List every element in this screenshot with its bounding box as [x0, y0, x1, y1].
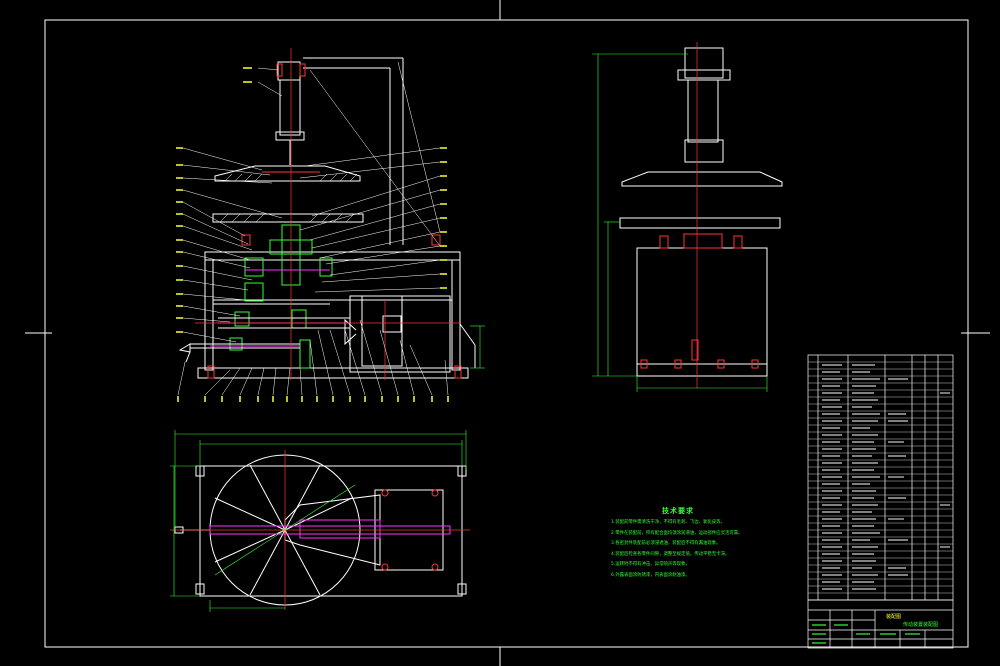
parts-list-entries	[822, 364, 950, 590]
drawing-sheet	[25, 0, 990, 666]
sheet-frame	[25, 0, 990, 666]
requirement-item: 1.装配前零件需清洗干净，不得有毛刺、飞边、氧化皮等。	[611, 520, 725, 525]
requirement-item: 6.外露表面涂防锈漆，内表面涂耐油漆。	[611, 572, 690, 578]
requirement-item: 2.零件在装配前，所有配合面均须涂润滑油，运动部件应灵活可靠。	[611, 530, 743, 536]
technical-requirements-list: 1.装配前零件需清洗干净，不得有毛刺、飞边、氧化皮等。 2.零件在装配前，所有配…	[611, 518, 743, 582]
top-view	[170, 430, 470, 612]
technical-requirements-title: 技术要求	[662, 507, 694, 515]
side-view	[592, 42, 783, 392]
requirement-item: 3.各密封件装配前必须浸透油，装配后不得有漏油现象。	[611, 541, 721, 547]
title-block-label: 装配图	[886, 614, 902, 620]
requirement-item: 4.装配后检查各零件间隙，调整至规定值，传动平稳无卡滞。	[611, 551, 730, 557]
title-block-part-name: 传动装置装配图	[903, 622, 939, 628]
requirement-item: 5.运转时不得有冲击、异常响声等现象。	[611, 562, 690, 568]
front-section-view	[176, 48, 485, 402]
